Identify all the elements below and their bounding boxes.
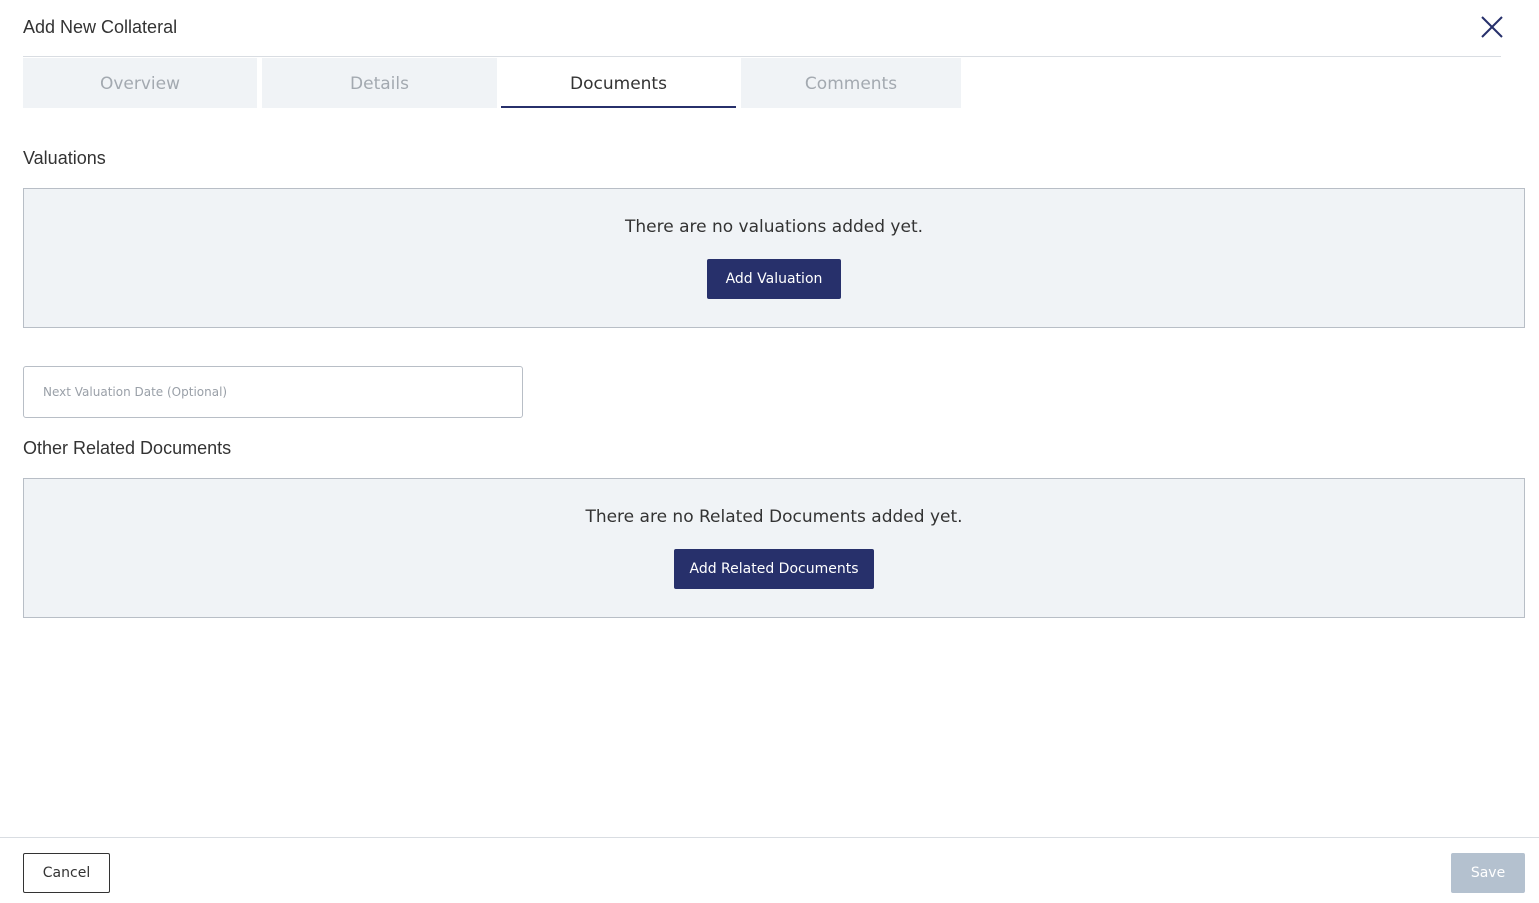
valuations-empty-message: There are no valuations added yet. bbox=[624, 217, 924, 237]
tab-documents[interactable]: Documents bbox=[501, 58, 736, 108]
related-documents-empty-message: There are no Related Documents added yet… bbox=[585, 507, 963, 527]
tab-details[interactable]: Details bbox=[262, 58, 497, 108]
related-documents-panel: There are no Related Documents added yet… bbox=[23, 478, 1525, 618]
header-divider bbox=[23, 56, 1501, 57]
add-valuation-button[interactable]: Add Valuation bbox=[707, 259, 841, 299]
close-icon bbox=[1481, 16, 1503, 38]
footer-divider bbox=[0, 837, 1539, 838]
cancel-button[interactable]: Cancel bbox=[23, 853, 110, 893]
close-button[interactable] bbox=[1478, 13, 1506, 41]
next-valuation-date-input[interactable] bbox=[24, 367, 522, 417]
related-documents-heading: Other Related Documents bbox=[23, 438, 232, 458]
add-related-documents-button[interactable]: Add Related Documents bbox=[674, 549, 874, 589]
valuations-heading: Valuations bbox=[23, 148, 106, 168]
valuations-panel: There are no valuations added yet. Add V… bbox=[23, 188, 1525, 328]
next-valuation-date-field[interactable] bbox=[23, 366, 523, 418]
save-button[interactable]: Save bbox=[1451, 853, 1525, 893]
tab-comments[interactable]: Comments bbox=[741, 58, 961, 108]
modal-title: Add New Collateral bbox=[23, 17, 178, 37]
modal-header: Add New Collateral bbox=[0, 0, 1539, 57]
tab-overview[interactable]: Overview bbox=[23, 58, 257, 108]
